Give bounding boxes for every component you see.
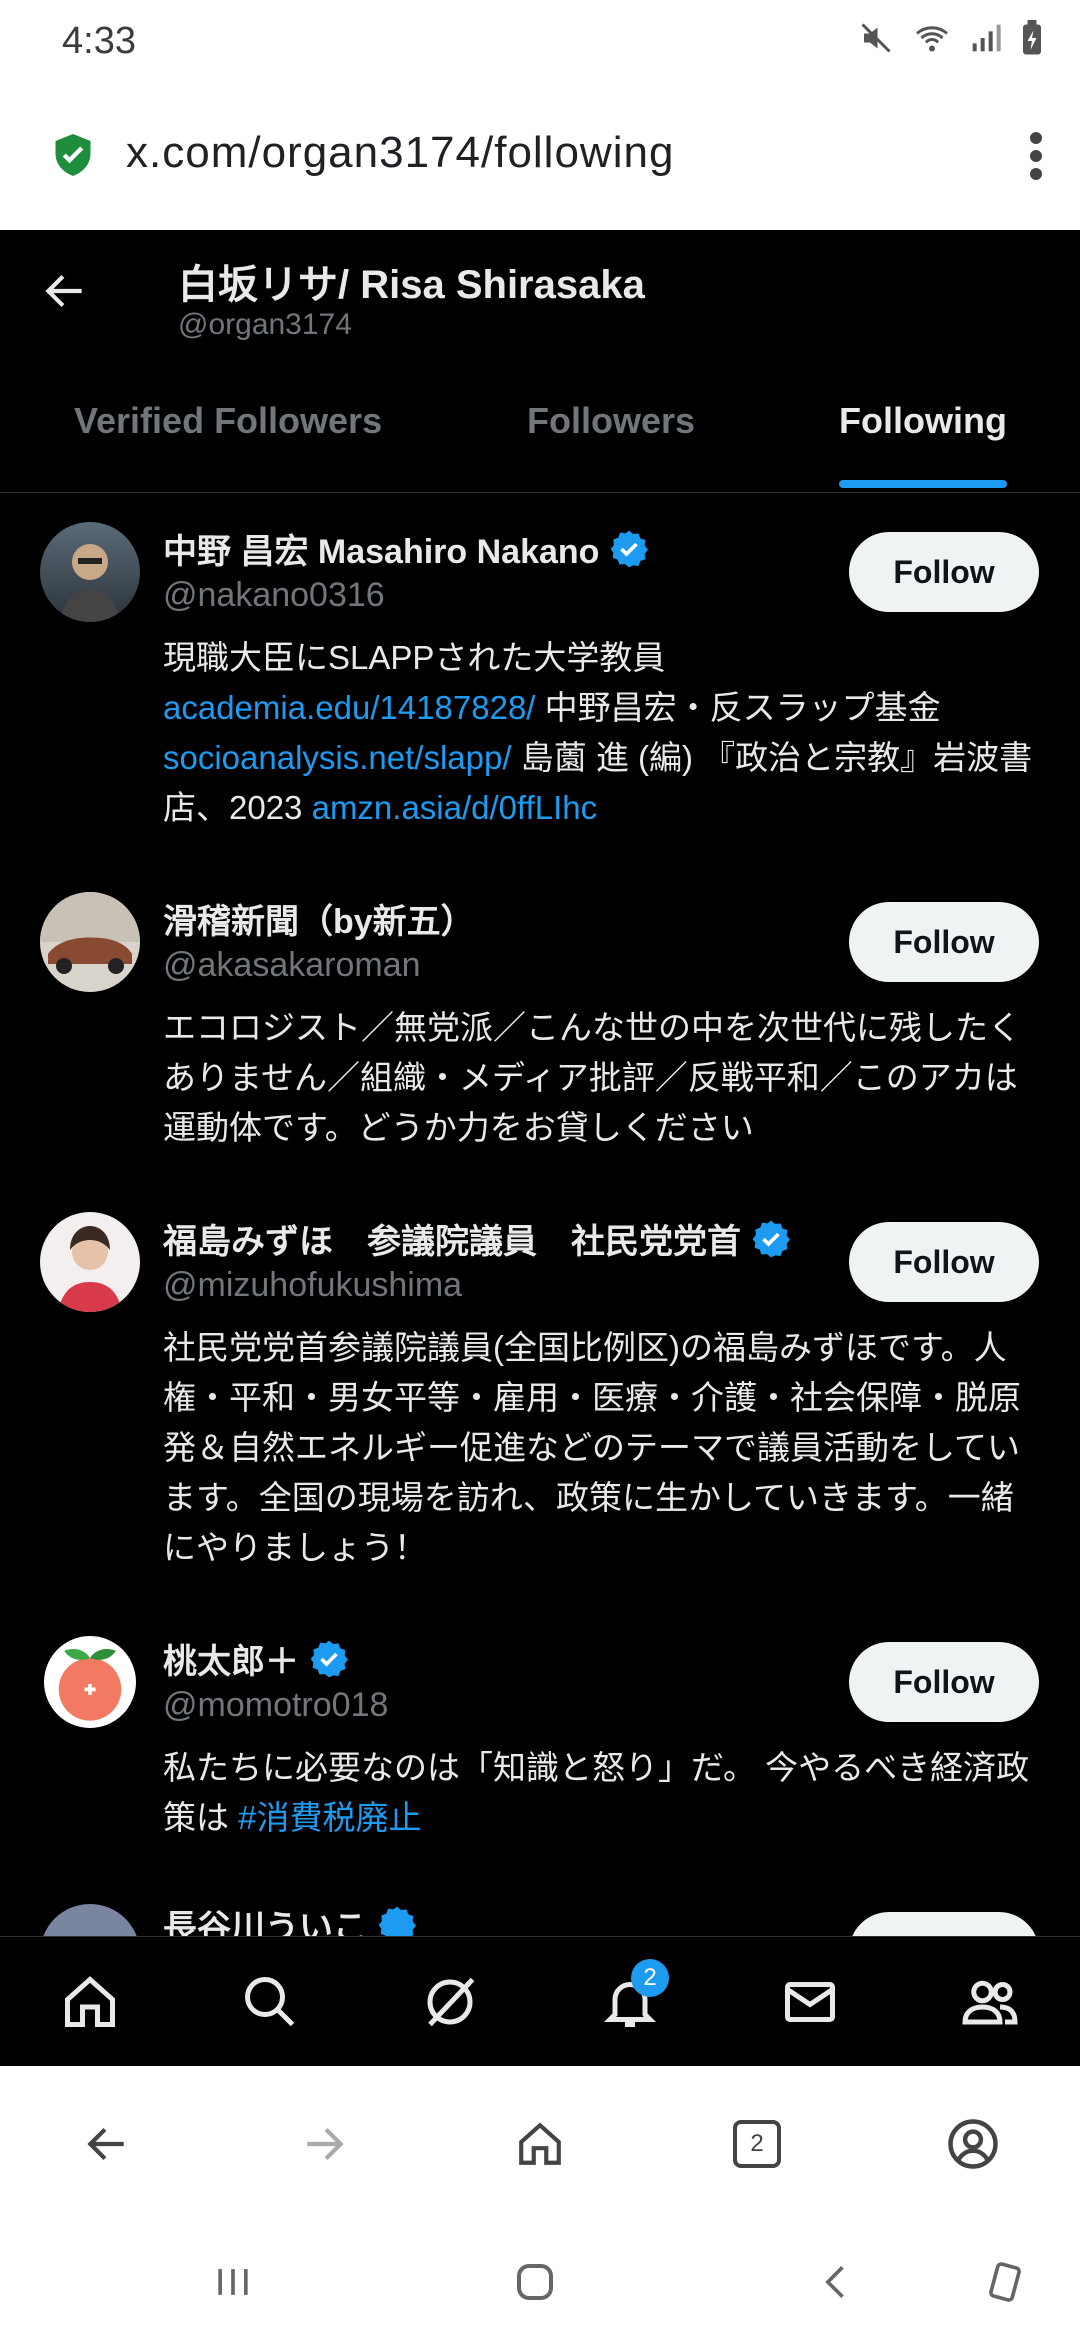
browser-account-button[interactable] bbox=[943, 2114, 1003, 2174]
user-bio: 現職大臣にSLAPPされた大学教員 academia.edu/14187828/… bbox=[163, 633, 1043, 833]
user-name[interactable]: 中野 昌宏 Masahiro Nakano bbox=[163, 524, 649, 573]
secure-shield-icon bbox=[55, 134, 91, 176]
tab-count: 2 bbox=[733, 2120, 781, 2168]
follow-button[interactable]: Follow bbox=[849, 532, 1039, 612]
verified-badge-icon bbox=[611, 530, 649, 567]
user-name-text: 滑稽新聞（by新五） bbox=[163, 903, 475, 941]
user-name[interactable]: 滑稽新聞（by新五） bbox=[163, 894, 475, 943]
account-icon bbox=[948, 2119, 998, 2169]
avatar[interactable] bbox=[40, 1904, 140, 1936]
back-button[interactable] bbox=[807, 2252, 867, 2312]
status-time: 4:33 bbox=[62, 20, 136, 62]
profile-name: 白坂リサ/ Risa Shirasaka bbox=[178, 263, 645, 307]
user-handle: @nakano0316 bbox=[163, 576, 385, 614]
user-handle: @momotro018 bbox=[163, 1686, 389, 1724]
home-button[interactable] bbox=[505, 2252, 565, 2312]
home-icon bbox=[519, 2122, 561, 2165]
bio-text: 中野昌宏・反スラップ基金 bbox=[535, 689, 941, 726]
user-name-text: 桃太郎＋ bbox=[163, 1643, 299, 1681]
nav-grok[interactable] bbox=[415, 1967, 485, 2037]
nav-search[interactable] bbox=[235, 1967, 305, 2037]
mail-icon bbox=[785, 1982, 835, 2022]
tab-followers[interactable]: Followers bbox=[527, 400, 695, 442]
avatar[interactable] bbox=[40, 522, 140, 622]
back-arrow-icon[interactable] bbox=[40, 266, 90, 316]
status-bar: 4:33 bbox=[0, 0, 1080, 80]
user-list-item[interactable]: 長谷川ういこ bbox=[0, 1900, 1080, 1936]
forward-arrow-icon bbox=[307, 2127, 344, 2161]
verified-badge-icon bbox=[310, 1640, 348, 1677]
browser-forward-button[interactable] bbox=[294, 2114, 354, 2174]
user-name[interactable]: 桃太郎＋ bbox=[163, 1634, 349, 1683]
nav-communities[interactable] bbox=[955, 1967, 1025, 2037]
user-name-text: 中野 昌宏 Masahiro Nakano bbox=[163, 533, 600, 571]
nav-messages[interactable] bbox=[775, 1967, 845, 2037]
active-tab-indicator bbox=[839, 480, 1007, 488]
profile-handle: @organ3174 bbox=[178, 308, 352, 341]
communities-icon bbox=[962, 1980, 1018, 2025]
user-name-text: 長谷川ういこ bbox=[163, 1909, 367, 1936]
follow-button[interactable] bbox=[849, 1912, 1039, 1936]
user-name[interactable]: 長谷川ういこ bbox=[163, 1900, 417, 1936]
follow-button[interactable]: Follow bbox=[849, 1642, 1039, 1722]
x-bottom-nav: 2 bbox=[0, 1936, 1080, 2067]
verified-badge-icon bbox=[752, 1220, 790, 1257]
avatar[interactable] bbox=[40, 892, 140, 992]
user-handle: @akasakaroman bbox=[163, 946, 421, 984]
back-chevron-icon bbox=[825, 2266, 844, 2298]
bio-link[interactable]: socioanalysis.net/slapp/ bbox=[163, 739, 512, 776]
tab-verified-followers[interactable]: Verified Followers bbox=[74, 400, 382, 442]
url-text[interactable]: x.com/organ3174/following bbox=[126, 128, 674, 178]
signal-icon bbox=[972, 24, 1001, 52]
more-options-icon[interactable] bbox=[1030, 132, 1042, 180]
follow-button[interactable]: Follow bbox=[849, 902, 1039, 982]
android-nav-bar bbox=[0, 2216, 1080, 2340]
user-name[interactable]: 福島みずほ 参議院議員 社民党党首 bbox=[163, 1214, 791, 1263]
home-icon bbox=[65, 1976, 115, 2027]
user-name-text: 福島みずほ 参議院議員 社民党党首 bbox=[163, 1223, 741, 1261]
bio-link[interactable]: academia.edu/14187828/ bbox=[163, 689, 535, 726]
browser-back-button[interactable] bbox=[77, 2114, 137, 2174]
browser-tabs-button[interactable]: 2 bbox=[727, 2114, 787, 2174]
rotate-icon bbox=[989, 2262, 1021, 2302]
search-icon bbox=[245, 1977, 295, 2027]
browser-url-bar[interactable]: x.com/organ3174/following bbox=[0, 80, 1080, 230]
rotate-button[interactable] bbox=[975, 2252, 1035, 2312]
status-icons bbox=[858, 20, 1044, 56]
notification-badge: 2 bbox=[631, 1959, 669, 1997]
mute-icon bbox=[861, 23, 891, 53]
browser-home-button[interactable] bbox=[510, 2114, 570, 2174]
verified-badge-icon bbox=[378, 1906, 416, 1936]
nav-home[interactable] bbox=[55, 1967, 125, 2037]
tab-following[interactable]: Following bbox=[839, 400, 1007, 442]
back-arrow-icon bbox=[87, 2127, 124, 2161]
avatar[interactable] bbox=[40, 1632, 140, 1732]
avatar[interactable] bbox=[40, 1212, 140, 1312]
recent-apps-icon bbox=[218, 2269, 248, 2295]
grok-icon bbox=[427, 1977, 475, 2027]
bio-link[interactable]: amzn.asia/d/0ffLIhc bbox=[312, 789, 598, 826]
user-handle: @mizuhofukushima bbox=[163, 1266, 463, 1304]
battery-icon bbox=[1023, 20, 1041, 55]
user-bio: エコロジスト／無党派／こんな世の中を次世代に残したくありません／組織・メディア批… bbox=[163, 1009, 1021, 1146]
bio-text: 現職大臣にSLAPPされた大学教員 bbox=[163, 639, 666, 676]
home-circle-icon bbox=[517, 2264, 553, 2300]
user-bio: 社民党党首参議院議員(全国比例区)の福島みずほです。人権・平和・男女平等・雇用・… bbox=[163, 1329, 1021, 1566]
profile-header: 白坂リサ/ Risa Shirasaka @organ3174 Verified… bbox=[0, 230, 1080, 493]
browser-toolbar: 2 bbox=[0, 2066, 1080, 2216]
user-bio: 私たちに必要なのは「知識と怒り」だ。 今やるべき経済政策は #消費税廃止 bbox=[163, 1743, 1043, 1843]
bio-hashtag[interactable]: #消費税廃止 bbox=[238, 1799, 421, 1836]
follow-button[interactable]: Follow bbox=[849, 1222, 1039, 1302]
wifi-icon bbox=[916, 26, 948, 52]
recent-apps-button[interactable] bbox=[203, 2252, 263, 2312]
